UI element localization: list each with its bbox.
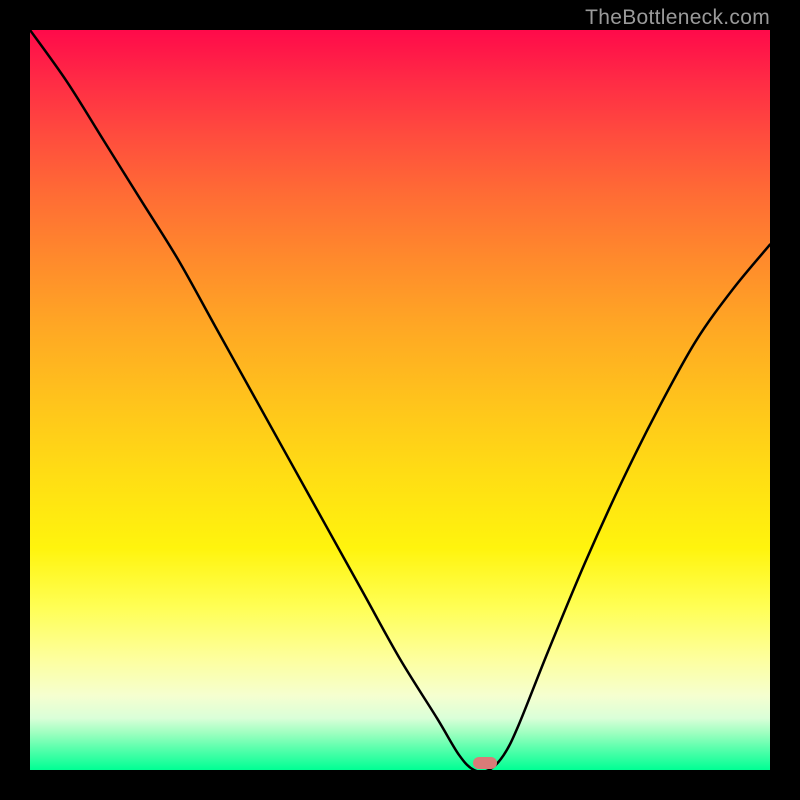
bottleneck-curve <box>30 30 770 770</box>
optimal-marker <box>473 757 497 769</box>
attribution-text: TheBottleneck.com <box>585 6 770 30</box>
